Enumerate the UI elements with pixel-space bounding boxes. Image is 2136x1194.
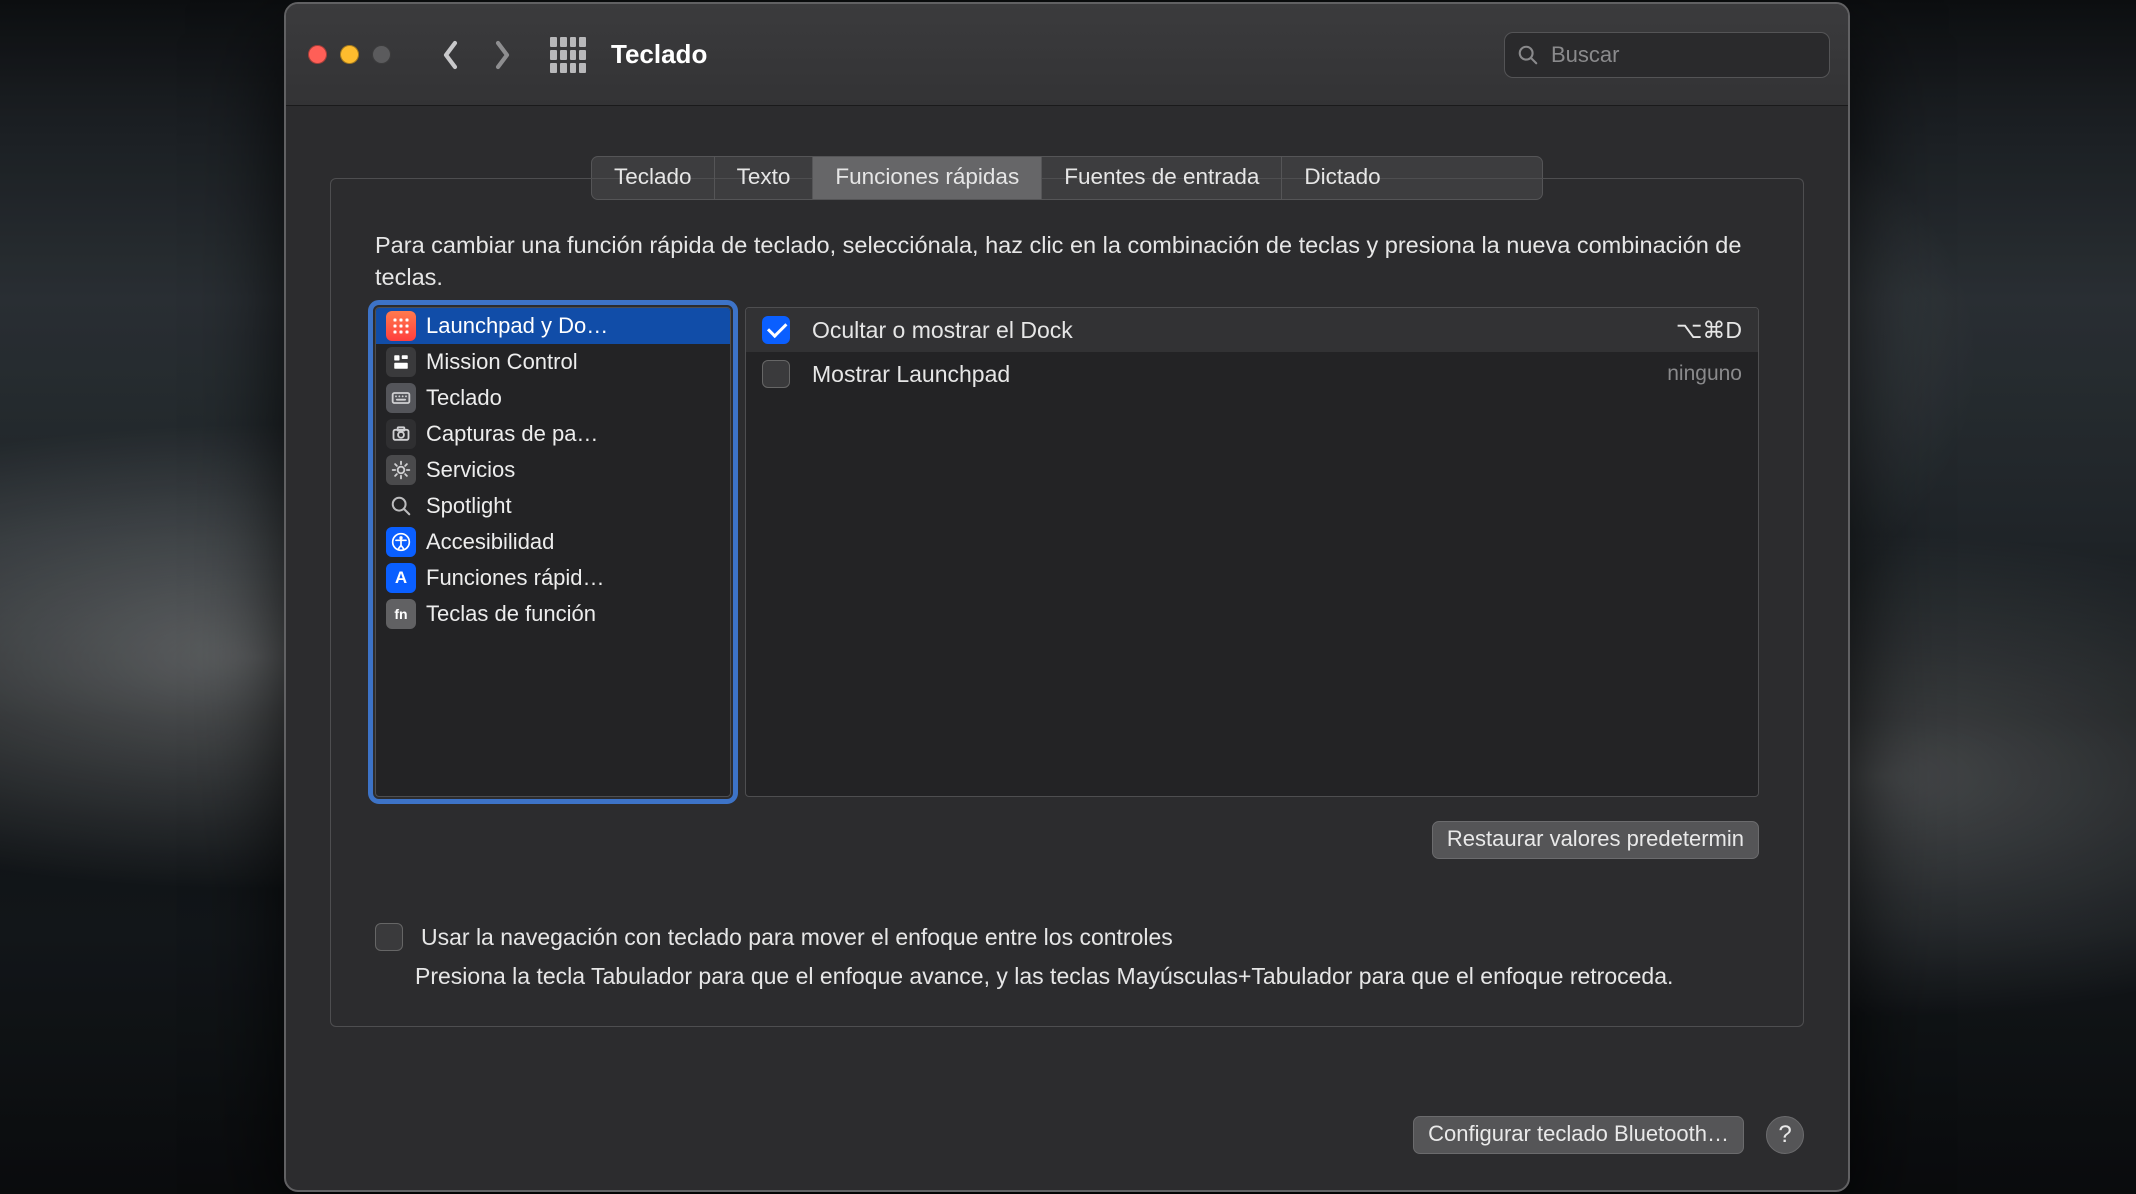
spotlight-icon xyxy=(386,491,416,521)
services-icon xyxy=(386,455,416,485)
window-footer: Configurar teclado Bluetooth… ? xyxy=(286,1116,1848,1154)
accessibility-icon xyxy=(386,527,416,557)
tab-dictado[interactable]: Dictado xyxy=(1282,157,1402,199)
preferences-body: TecladoTextoFunciones rápidasFuentes de … xyxy=(286,106,1848,1069)
keyboard-navigation-label: Usar la navegación con teclado para move… xyxy=(421,924,1173,951)
category-label: Launchpad y Do… xyxy=(426,313,608,339)
traffic-lights xyxy=(308,45,391,64)
appshortcuts-icon: A xyxy=(386,563,416,593)
back-button[interactable] xyxy=(431,35,469,75)
search-field[interactable] xyxy=(1504,32,1830,78)
show-all-button[interactable] xyxy=(547,34,589,76)
keyboard-navigation-section: Usar la navegación con teclado para move… xyxy=(375,923,1759,992)
shortcut-row[interactable]: Mostrar Launchpad ninguno xyxy=(746,352,1758,396)
category-label: Spotlight xyxy=(426,493,512,519)
category-item-services[interactable]: Servicios xyxy=(376,452,730,488)
shortcut-list[interactable]: Ocultar o mostrar el Dock ⌥⌘D Mostrar Laun… xyxy=(745,307,1759,797)
shortcut-enable-checkbox[interactable] xyxy=(762,360,790,388)
tab-texto[interactable]: Texto xyxy=(715,157,814,199)
screenshots-icon xyxy=(386,419,416,449)
category-item-mission[interactable]: Mission Control xyxy=(376,344,730,380)
help-button[interactable]: ? xyxy=(1766,1116,1804,1154)
keyboard-navigation-checkbox[interactable] xyxy=(375,923,403,951)
category-item-fnkeys[interactable]: fn Teclas de función xyxy=(376,596,730,632)
category-label: Funciones rápid… xyxy=(426,565,605,591)
chevron-left-icon xyxy=(441,40,460,70)
category-label: Mission Control xyxy=(426,349,578,375)
category-label: Capturas de pa… xyxy=(426,421,598,447)
search-input[interactable] xyxy=(1551,42,1839,68)
category-item-keyboard[interactable]: Teclado xyxy=(376,380,730,416)
shortcut-row[interactable]: Ocultar o mostrar el Dock ⌥⌘D xyxy=(746,308,1758,352)
fnkeys-icon: fn xyxy=(386,599,416,629)
search-icon xyxy=(1517,44,1539,66)
forward-button[interactable] xyxy=(483,35,521,75)
shortcut-enable-checkbox[interactable] xyxy=(762,316,790,344)
shortcut-label: Mostrar Launchpad xyxy=(812,361,1645,388)
window-title: Teclado xyxy=(611,39,1490,70)
shortcut-key[interactable]: ⌥⌘D xyxy=(1676,317,1742,344)
category-label: Servicios xyxy=(426,457,515,483)
bluetooth-keyboard-button[interactable]: Configurar teclado Bluetooth… xyxy=(1413,1116,1744,1154)
tab-teclado[interactable]: Teclado xyxy=(592,157,715,199)
tab-fuentes[interactable]: Fuentes de entrada xyxy=(1042,157,1282,199)
category-item-spotlight[interactable]: Spotlight xyxy=(376,488,730,524)
system-preferences-window: Teclado TecladoTextoFunciones rápidasFue… xyxy=(284,2,1850,1192)
chevron-right-icon xyxy=(493,40,512,70)
shortcut-key[interactable]: ninguno xyxy=(1667,362,1742,386)
category-list[interactable]: Launchpad y Do… Mission Control Teclado Cap… xyxy=(375,307,731,797)
tab-bar: TecladoTextoFunciones rápidasFuentes de … xyxy=(591,156,1543,200)
keyboard-icon xyxy=(386,383,416,413)
tab-shortcuts[interactable]: Funciones rápidas xyxy=(813,157,1042,199)
close-button[interactable] xyxy=(308,45,327,64)
window-toolbar: Teclado xyxy=(286,4,1848,106)
keyboard-navigation-note: Presiona la tecla Tabulador para que el … xyxy=(415,961,1759,992)
shortcut-label: Ocultar o mostrar el Dock xyxy=(812,317,1654,344)
restore-defaults-button[interactable]: Restaurar valores predetermin xyxy=(1432,821,1759,859)
launchpad-icon xyxy=(386,311,416,341)
category-item-launchpad[interactable]: Launchpad y Do… xyxy=(376,308,730,344)
grid-icon xyxy=(550,37,586,73)
category-label: Accesibilidad xyxy=(426,529,554,555)
category-item-accessibility[interactable]: Accesibilidad xyxy=(376,524,730,560)
category-item-screenshots[interactable]: Capturas de pa… xyxy=(376,416,730,452)
category-label: Teclas de función xyxy=(426,601,596,627)
category-item-appshortcuts[interactable]: A Funciones rápid… xyxy=(376,560,730,596)
category-label: Teclado xyxy=(426,385,502,411)
shortcuts-panel: Para cambiar una función rápida de tecla… xyxy=(330,200,1804,1027)
instructions-text: Para cambiar una función rápida de tecla… xyxy=(375,230,1759,293)
zoom-button[interactable] xyxy=(372,45,391,64)
mission-icon xyxy=(386,347,416,377)
minimize-button[interactable] xyxy=(340,45,359,64)
